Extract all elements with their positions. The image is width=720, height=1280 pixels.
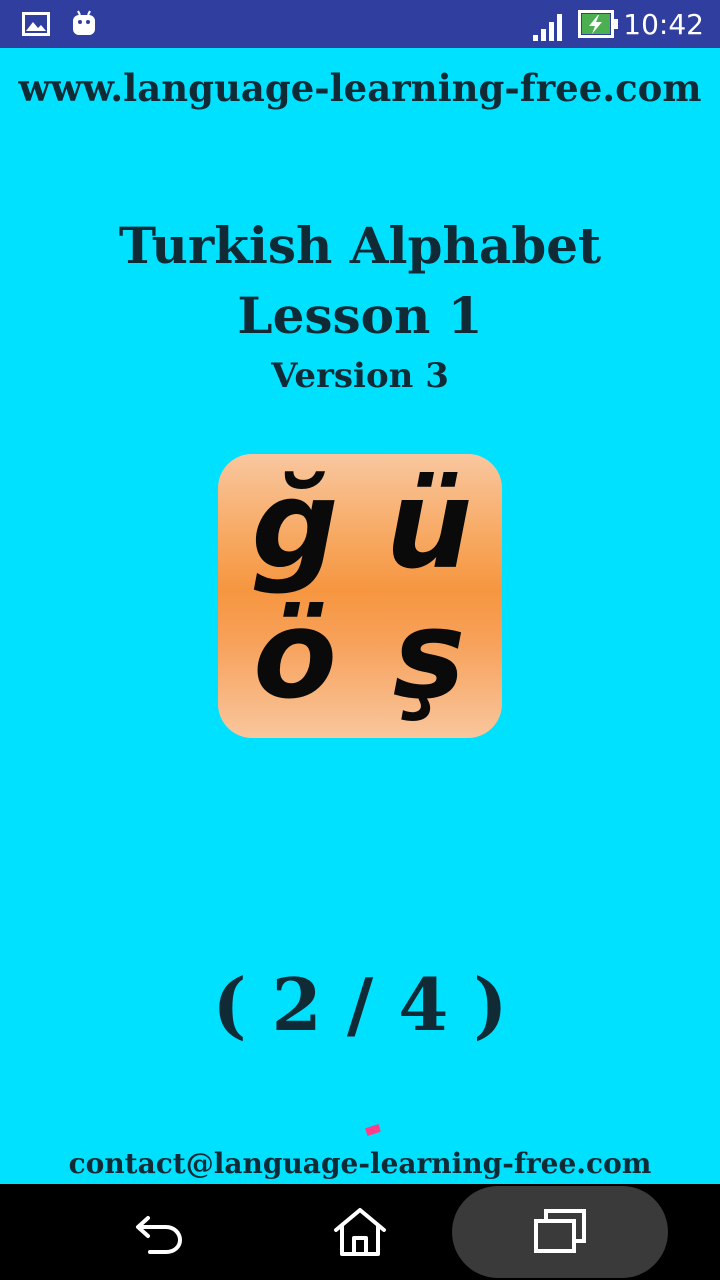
image-icon — [22, 12, 50, 36]
back-icon — [136, 1216, 183, 1254]
status-bar: 10:42 — [0, 0, 720, 48]
signal-icon — [533, 14, 562, 41]
decorative-mark — [365, 1124, 381, 1136]
screen: 10:42 www.language-learning-free.com Tur… — [0, 0, 720, 1280]
contact-email[interactable]: contact@language-learning-free.com — [0, 1144, 720, 1184]
android-icon — [73, 10, 95, 35]
page-indicator: ( 2 / 4 ) — [212, 962, 508, 1047]
version-label: Version 3 — [271, 356, 449, 396]
letter-g-breve: ğ — [251, 454, 339, 596]
main-content: www.language-learning-free.com Turkish A… — [0, 48, 720, 1184]
website-link[interactable]: www.language-learning-free.com — [0, 66, 720, 110]
home-icon — [334, 1208, 386, 1256]
alphabet-image-tile[interactable]: ğ ü ö ş — [218, 454, 502, 738]
status-clock: 10:42 — [623, 8, 704, 41]
home-button[interactable] — [270, 1184, 450, 1280]
lesson-label: Lesson 1 — [237, 286, 483, 345]
letter-u-umlaut: ü — [385, 454, 473, 596]
page-title: Turkish Alphabet — [118, 216, 602, 275]
battery-charging-icon — [578, 10, 618, 38]
recents-button[interactable] — [452, 1186, 668, 1278]
back-button[interactable] — [70, 1184, 250, 1280]
letter-o-umlaut: ö — [253, 584, 337, 726]
recents-icon — [534, 1209, 586, 1253]
letter-s-cedilla: ş — [392, 584, 466, 726]
navigation-bar — [0, 1184, 720, 1280]
